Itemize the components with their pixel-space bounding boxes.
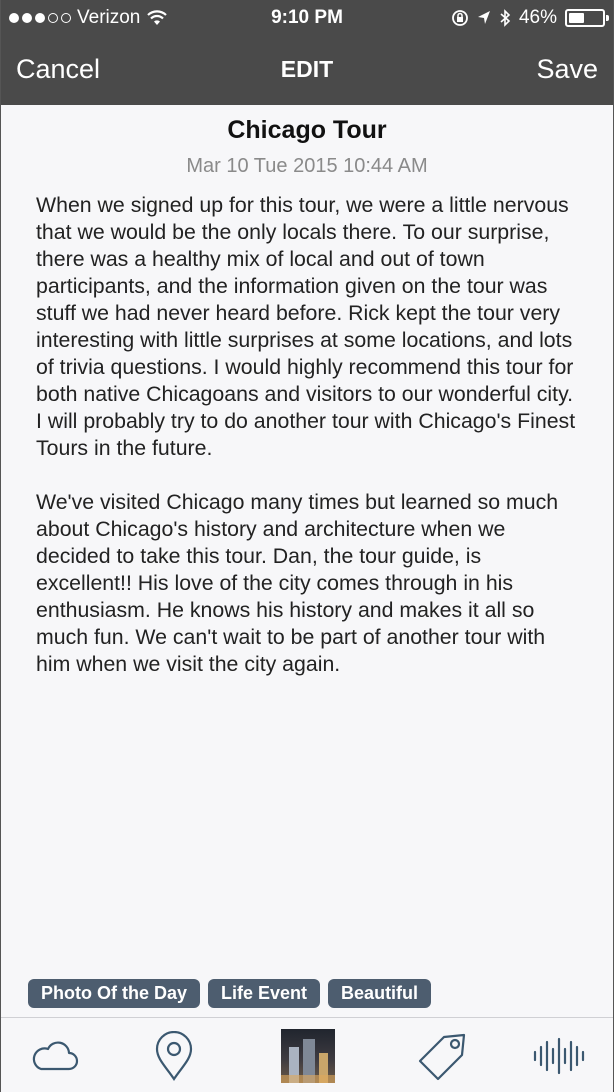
photo-button[interactable] [280,1028,336,1084]
weather-button[interactable] [27,1028,83,1084]
entry-date[interactable]: Mar 10 Tue 2015 10:44 AM [1,155,613,178]
tag-beautiful[interactable]: Beautiful [328,979,432,1008]
nav-bar: Cancel EDIT Save [1,36,613,105]
orientation-lock-icon [452,10,468,26]
entry-paragraph: When we signed up for this tour, we were… [36,193,576,460]
entry-paragraph: We've visited Chicago many times but lea… [36,490,559,676]
photo-thumbnail [281,1029,335,1083]
bottom-toolbar [1,1017,613,1092]
status-right: 46% [451,7,609,29]
entry-body[interactable]: When we signed up for this tour, we were… [1,192,613,678]
header: Verizon 9:10 PM 46% Cancel EDIT Save [1,0,613,105]
battery-level [569,13,584,23]
nav-title: EDIT [280,56,334,82]
tag-icon [418,1033,466,1081]
entry-content: Chicago Tour Mar 10 Tue 2015 10:44 AM Wh… [1,105,613,705]
tag-list: Photo Of the Day Life Event Beautiful [28,979,432,1008]
bluetooth-icon [500,9,511,27]
status-bar: Verizon 9:10 PM 46% [1,0,613,36]
location-pin-icon [155,1031,193,1081]
tags-button[interactable] [414,1028,470,1084]
battery-percent: 46% [518,7,557,28]
tag-photo-of-the-day[interactable]: Photo Of the Day [28,979,201,1008]
tag-life-event[interactable]: Life Event [208,979,321,1008]
location-button[interactable] [146,1028,202,1084]
battery-icon [565,9,609,27]
audio-button[interactable] [531,1028,587,1084]
entry-title[interactable]: Chicago Tour [1,116,613,145]
save-button[interactable]: Save [536,54,598,85]
audio-waveform-icon [533,1037,585,1075]
location-arrow-icon [477,11,490,24]
cloud-icon [32,1041,79,1071]
